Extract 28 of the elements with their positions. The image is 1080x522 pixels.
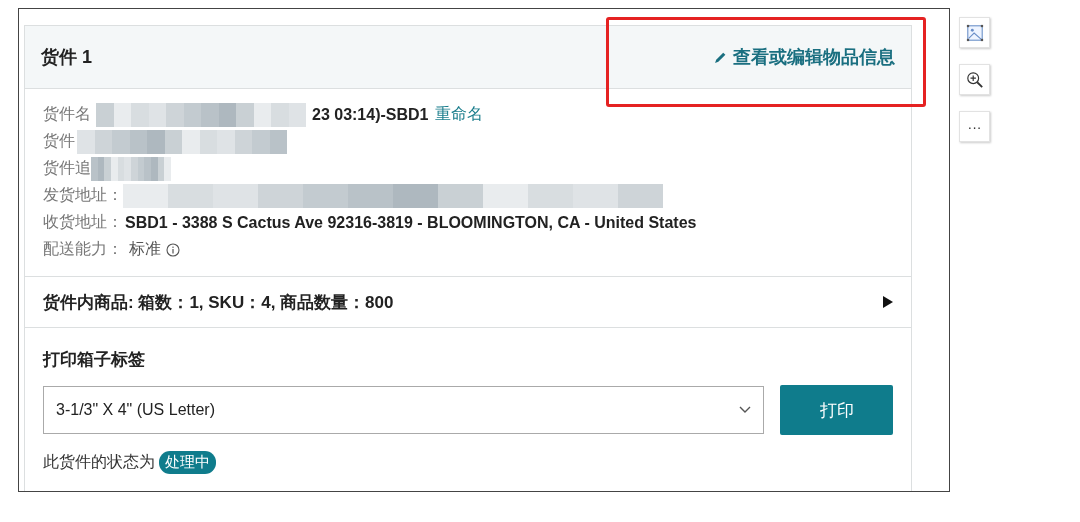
card-title: 货件 1	[41, 46, 92, 69]
info-icon[interactable]	[166, 242, 180, 257]
field-label: 货件名	[43, 104, 91, 124]
label-size-dropdown[interactable]: 3-1/3" X 4" (US Letter)	[43, 386, 765, 434]
status-text: 此货件的状态为	[43, 452, 155, 472]
rename-link[interactable]: 重命名	[434, 104, 483, 125]
field-label: 发货地址：	[43, 185, 123, 205]
image-icon	[965, 23, 984, 42]
pencil-icon	[714, 50, 727, 64]
zoom-in-button[interactable]	[959, 64, 990, 95]
print-button[interactable]: 打印	[780, 385, 893, 435]
caret-icon	[739, 406, 752, 414]
field-label: 货件追	[43, 158, 91, 178]
edit-link[interactable]: 查看或编辑物品信息	[714, 45, 895, 69]
more-button[interactable]: ···	[959, 111, 990, 142]
field-value: 标准	[129, 239, 161, 259]
field-label: 收货地址：	[43, 212, 123, 232]
section-title: 打印箱子标签	[43, 349, 146, 371]
contents-summary-row[interactable]: 货件内商品: 箱数：1, SKU：4, 商品数量：800	[25, 277, 911, 328]
status-badge: 处理中	[159, 451, 216, 474]
field-label: 配送能力：	[43, 239, 123, 259]
field-value: SBD1 - 3388 S Cactus Ave 92316-3819 - BLOOMINGTON, CA - United States	[125, 213, 697, 232]
zoom-in-icon	[965, 70, 984, 89]
field-label: 货件	[43, 131, 75, 151]
expand-arrow-icon	[883, 296, 893, 308]
field-value: 23 03:14)-SBD1	[312, 105, 429, 124]
image-button[interactable]	[959, 17, 990, 48]
contents-summary: 货件内商品: 箱数：1, SKU：4, 商品数量：800	[43, 291, 394, 314]
